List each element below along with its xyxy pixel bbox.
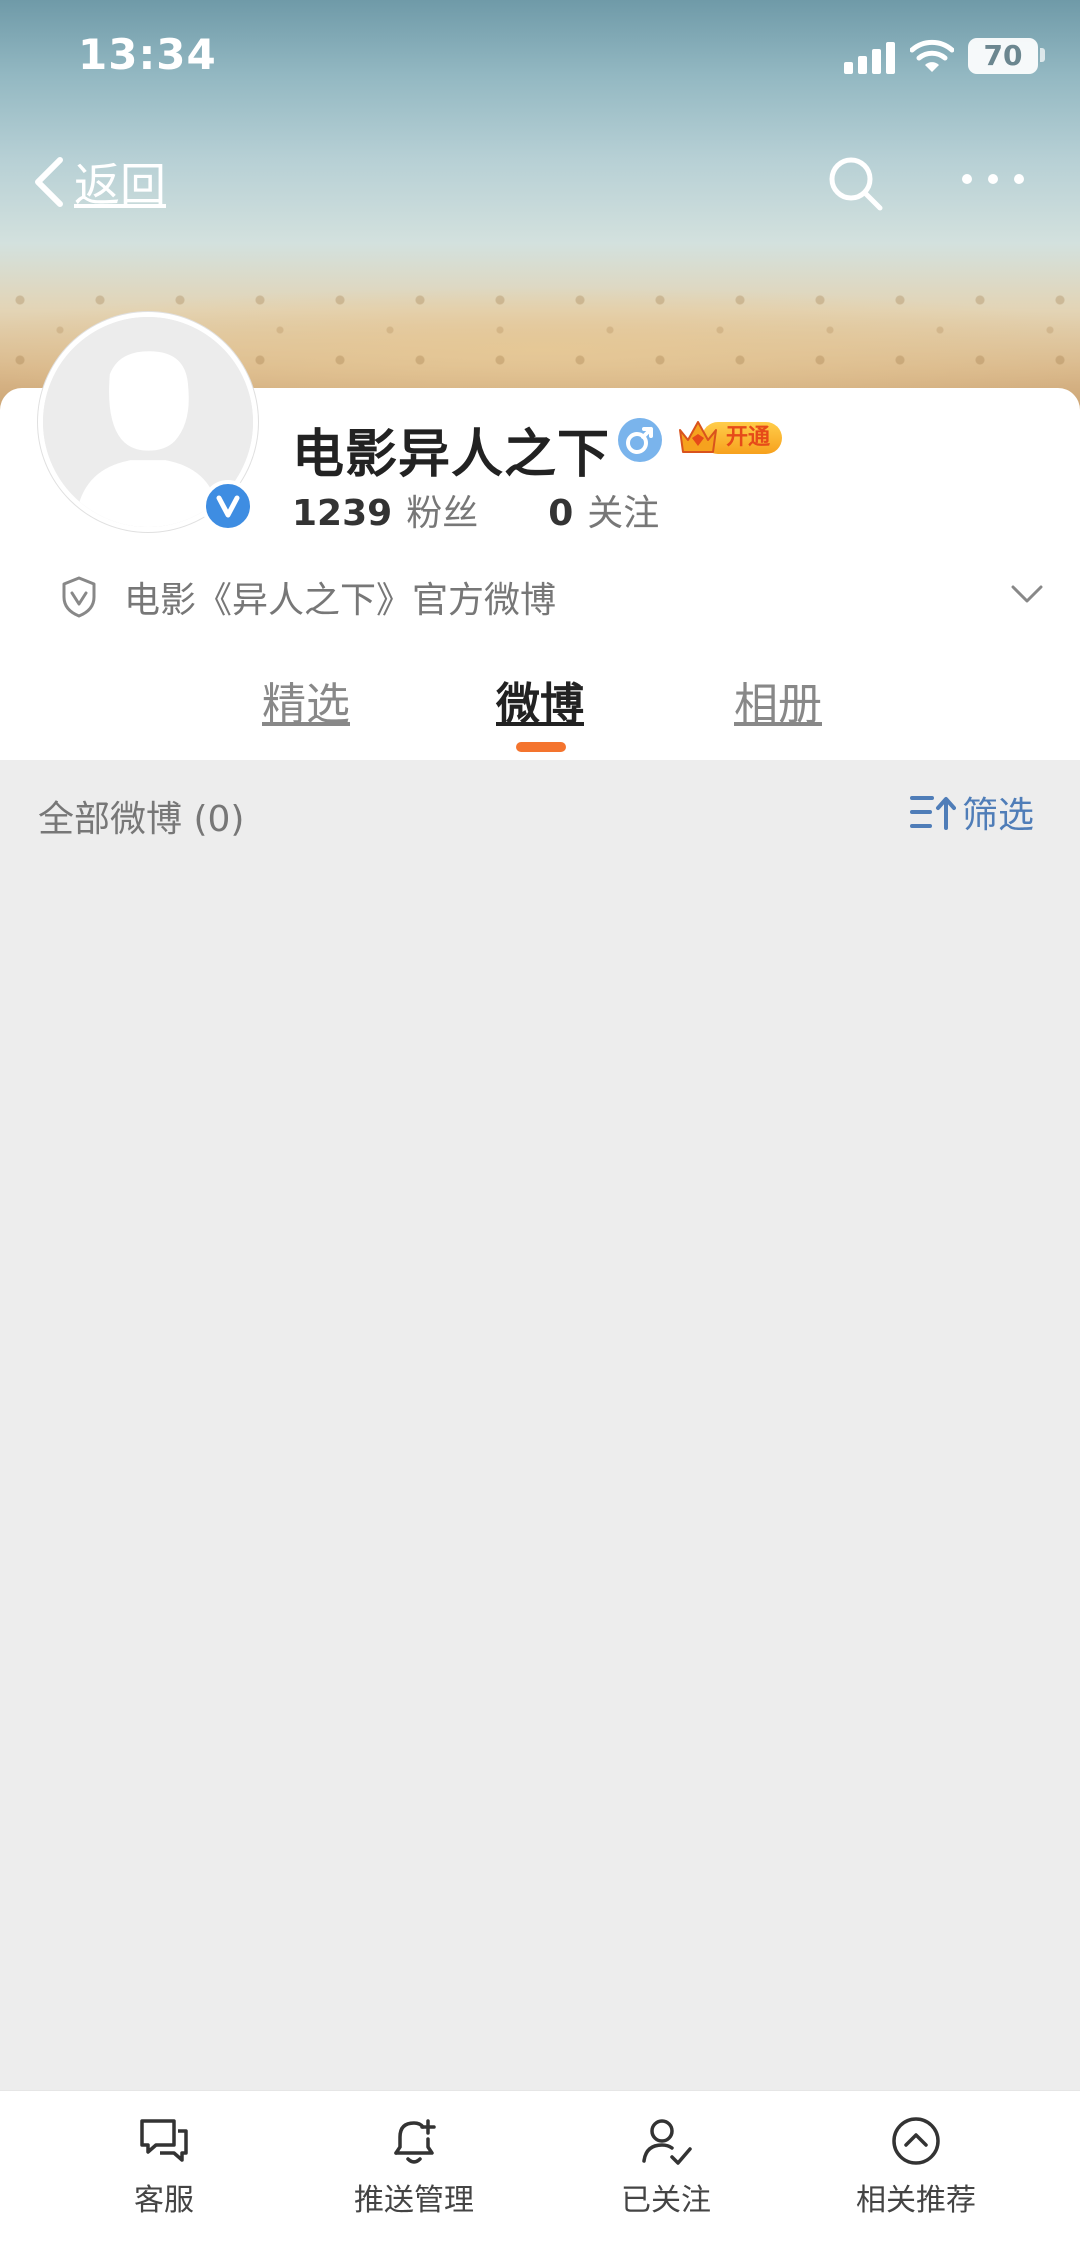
followed-button[interactable]: 已关注 [556, 2113, 776, 2223]
following-count[interactable]: 0 [548, 493, 573, 534]
customer-service-button[interactable]: 客服 [54, 2113, 274, 2223]
active-tab-indicator [516, 742, 566, 752]
push-management-button[interactable]: 推送管理 [304, 2113, 524, 2223]
customer-service-label: 客服 [134, 2183, 194, 2218]
search-icon[interactable] [826, 154, 884, 212]
chat-bubbles-icon [140, 2119, 188, 2162]
profile-stats: 1239 粉丝 0 关注 [292, 484, 659, 534]
user-check-icon [642, 2119, 692, 2165]
user-name: 电影异人之下 [292, 425, 611, 485]
status-time: 13:34 [78, 30, 217, 79]
back-label: 返回 [74, 158, 166, 212]
vip-open-badge[interactable]: 开通 [676, 416, 782, 458]
tab-weibo[interactable]: 微博 [496, 668, 584, 732]
push-management-label: 推送管理 [354, 2183, 474, 2218]
filter-label: 筛选 [962, 795, 1035, 836]
related-recommendations-button[interactable]: 相关推荐 [806, 2113, 1026, 2223]
filter-sort-icon [910, 796, 956, 830]
battery-indicator: 70 [968, 38, 1038, 74]
filter-button[interactable]: 筛选 [910, 788, 1034, 836]
more-options-icon[interactable] [960, 164, 1026, 194]
back-button[interactable]: 返回 [30, 150, 166, 214]
followers-label[interactable]: 粉丝 [406, 484, 478, 536]
tab-featured[interactable]: 精选 [262, 668, 350, 732]
following-label[interactable]: 关注 [587, 484, 659, 536]
wifi-icon [910, 39, 954, 72]
battery-tip [1040, 48, 1045, 62]
shield-verified-icon [62, 576, 96, 618]
profile-tabs: 精选 微博 相册 [0, 668, 1080, 760]
status-bar: 13:34 70 [0, 28, 1080, 84]
feed-header: 全部微博 (0) 筛选 [0, 762, 1080, 866]
cellular-signal-icon [844, 42, 895, 74]
followed-label: 已关注 [621, 2183, 711, 2218]
bottom-action-bar: 客服 推送管理 已关注 相关推荐 [0, 2090, 1080, 2250]
profile-description-row[interactable]: 电影《异人之下》官方微博 [60, 572, 1050, 622]
related-recommendations-label: 相关推荐 [856, 2183, 976, 2218]
chevron-down-icon[interactable] [1010, 582, 1044, 606]
verified-badge-icon [202, 480, 254, 532]
navbar: 返回 [0, 150, 1080, 214]
chevron-left-icon [35, 157, 63, 207]
chevron-up-circle-icon [892, 2117, 940, 2165]
bell-plus-icon [394, 2119, 436, 2164]
tab-album[interactable]: 相册 [734, 668, 822, 732]
male-gender-icon [618, 418, 662, 462]
profile-description: 电影《异人之下》官方微博 [124, 580, 557, 621]
followers-count[interactable]: 1239 [292, 493, 392, 534]
feed-title: 全部微博 (0) [38, 799, 245, 840]
crown-icon [679, 421, 717, 453]
